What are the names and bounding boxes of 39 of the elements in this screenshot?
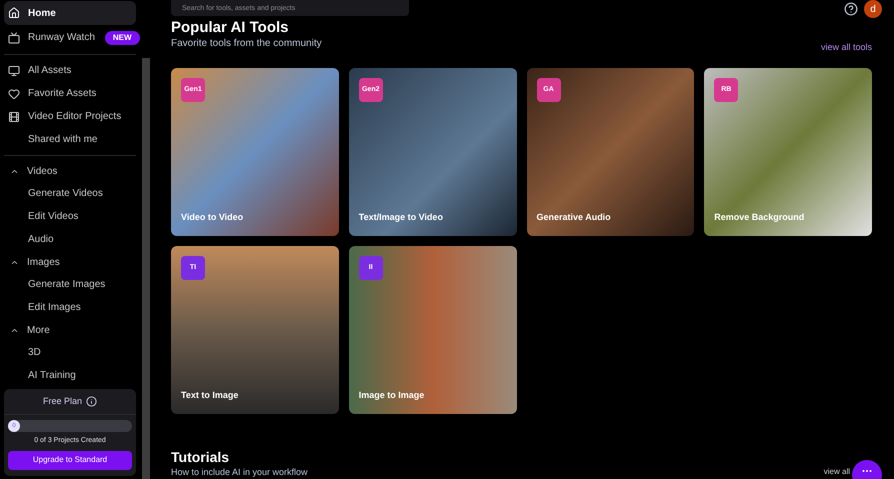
section-subtitle: How to include AI in your workflow <box>171 466 308 478</box>
section-title: Popular AI Tools <box>171 18 290 37</box>
section-header[interactable]: More <box>4 319 136 341</box>
film-icon <box>8 110 20 122</box>
view-all-link[interactable]: view all <box>824 466 850 478</box>
upgrade-button[interactable]: Upgrade to Standard <box>8 450 132 470</box>
section-header[interactable]: Images <box>4 251 136 273</box>
sidebar-item[interactable]: 3D <box>4 341 136 364</box>
new-badge: NEW <box>104 30 140 44</box>
sidebar-item[interactable]: Generate Videos <box>4 182 136 205</box>
scrollbar-thumb[interactable] <box>142 58 150 479</box>
tool-label: Image to Image <box>358 388 426 402</box>
sidebar-item[interactable]: Edit Images <box>4 296 136 319</box>
sidebar-item[interactable]: All Assets <box>4 59 136 82</box>
tool-label: Text/Image to Video <box>358 210 444 224</box>
heart-icon <box>8 88 20 100</box>
user-avatar[interactable]: d <box>864 0 882 18</box>
home-icon <box>8 7 20 19</box>
help-icon[interactable] <box>844 2 858 16</box>
sidebar-item[interactable]: Video Editor Projects <box>4 105 136 128</box>
view-all-link[interactable]: view all tools <box>820 40 872 54</box>
tv-icon <box>8 32 20 44</box>
sidebar-item[interactable]: Edit Videos <box>4 205 136 228</box>
tool-label: Remove Background <box>714 210 806 224</box>
tool-label: Generative Audio <box>536 210 612 224</box>
sidebar-item[interactable]: Generate Images <box>4 273 136 296</box>
section-title: Tutorials <box>171 448 230 466</box>
tool-label: Video to Video <box>181 210 244 224</box>
section-subtitle: Favorite tools from the community <box>171 37 322 51</box>
sidebar-item[interactable]: Audio <box>4 228 136 251</box>
sidebar-item[interactable]: Shared with me <box>4 128 136 151</box>
sidebar-item[interactable]: Home <box>4 1 136 25</box>
tool-label: Text to Image <box>181 388 240 402</box>
info-icon <box>86 396 98 407</box>
sidebar-item[interactable]: AI Training <box>4 364 136 387</box>
monitor-icon <box>8 64 20 76</box>
plan-title: Free Plan <box>42 394 82 408</box>
section-header[interactable]: Videos <box>4 160 136 182</box>
sidebar-item[interactable]: Favorite Assets <box>4 82 136 105</box>
